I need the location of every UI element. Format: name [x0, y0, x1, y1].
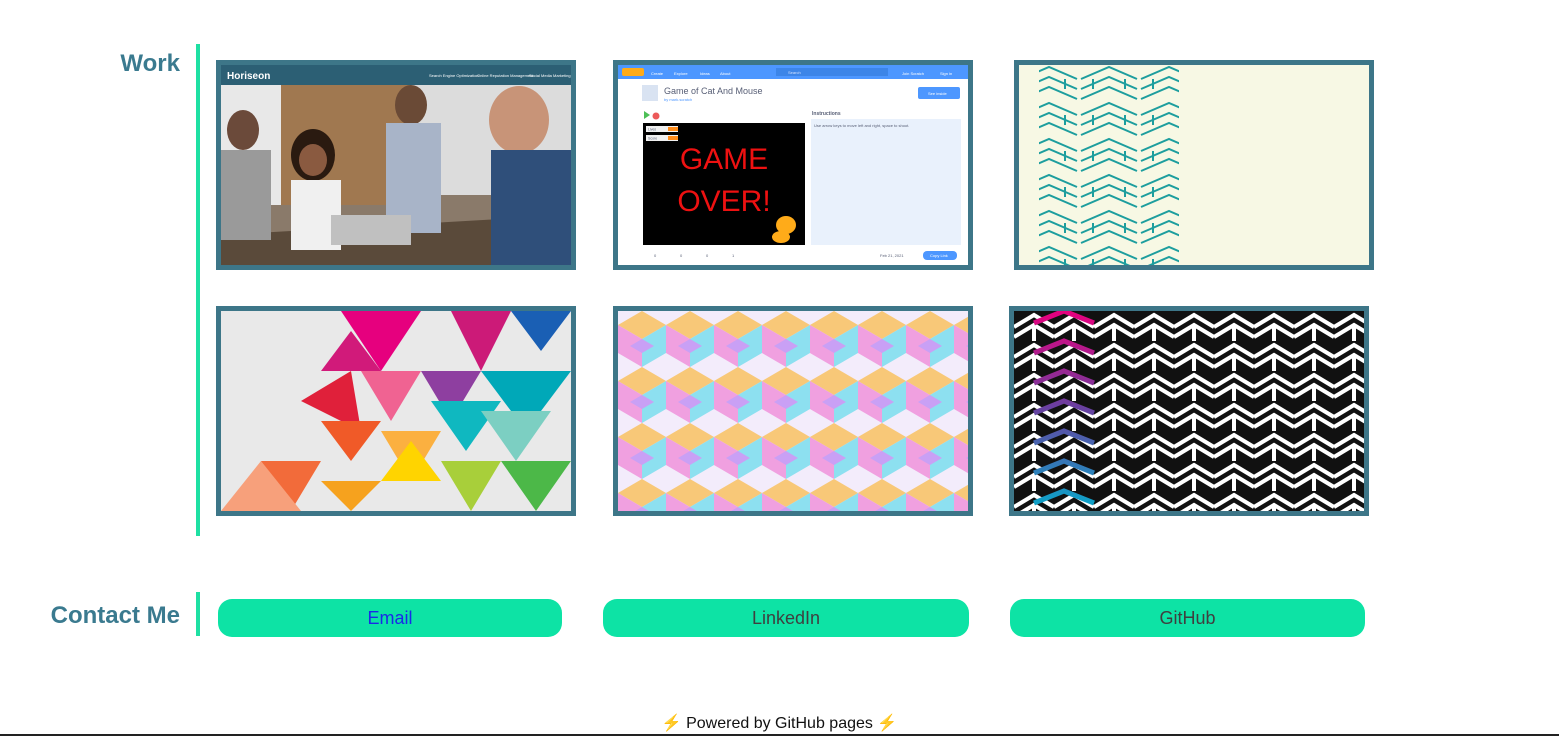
scratch-var-lives: Lives: [648, 128, 656, 132]
lightning-icon: ⚡: [877, 715, 898, 733]
scratch-nav-ideas: Ideas: [700, 71, 710, 76]
scratch-search: Search: [788, 70, 801, 75]
github-button[interactable]: GitHub: [1010, 599, 1365, 637]
scratch-author: by mark.scratch: [664, 97, 692, 102]
scratch-instructions-title: Instructions: [812, 111, 841, 117]
contact-divider: [196, 592, 200, 636]
project-card-horiseon[interactable]: Horiseon Search Engine Optimization Onli…: [216, 60, 576, 270]
scratch-signin: Sign in: [940, 71, 952, 76]
office-team-photo-icon: Horiseon Search Engine Optimization Onli…: [221, 65, 571, 265]
work-divider: [196, 44, 200, 536]
footer: ⚡ Powered by GitHub pages ⚡: [0, 714, 1559, 736]
project-card-arrows[interactable]: [1009, 306, 1369, 516]
lightning-icon: ⚡: [661, 715, 682, 733]
project-card-teal-pattern[interactable]: [1014, 60, 1374, 270]
scratch-copy-link: Copy Link: [930, 253, 948, 258]
black-white-arrows-pattern-icon: [1014, 311, 1364, 511]
email-button[interactable]: Email: [218, 599, 562, 637]
scratch-game-screenshot-icon: Create Explore Ideas About Search Join S…: [618, 65, 968, 265]
contact-heading: Contact Me: [50, 602, 180, 629]
footer-text: Powered by GitHub pages: [686, 715, 873, 732]
horiseon-nav-1: Search Engine Optimization: [429, 73, 479, 78]
work-heading: Work: [120, 50, 180, 77]
pastel-cubes-pattern-icon: [618, 311, 968, 511]
scratch-nav-explore: Explore: [674, 71, 688, 76]
horiseon-brand: Horiseon: [227, 71, 270, 82]
scratch-date: Feb 21, 2021: [880, 253, 904, 258]
horiseon-nav-3: Social Media Marketing: [529, 73, 571, 78]
teal-geometric-pattern-icon: [1019, 65, 1369, 265]
game-over-line-2: OVER!: [677, 185, 770, 218]
scratch-nav-about: About: [720, 71, 731, 76]
project-card-pastel-cubes[interactable]: [613, 306, 973, 516]
linkedin-button[interactable]: LinkedIn: [603, 599, 969, 637]
scratch-see-inside: See inside: [928, 91, 947, 96]
horiseon-nav-2: Online Reputation Management: [477, 73, 534, 78]
colorful-triangles-pattern-icon: [221, 311, 571, 511]
scratch-instructions-text: Use arrow keys to move left and right, s…: [814, 123, 909, 128]
scratch-join: Join Scratch: [902, 71, 924, 76]
portfolio-page: Work Horiseon Search Engine Optimization…: [0, 0, 1559, 736]
scratch-nav-create: Create: [651, 71, 664, 76]
project-card-triangles[interactable]: [216, 306, 576, 516]
scratch-var-score: Score: [648, 137, 657, 141]
project-card-scratch-game[interactable]: Create Explore Ideas About Search Join S…: [613, 60, 973, 270]
game-over-line-1: GAME: [680, 143, 768, 176]
scratch-project-title: Game of Cat And Mouse: [664, 86, 763, 96]
